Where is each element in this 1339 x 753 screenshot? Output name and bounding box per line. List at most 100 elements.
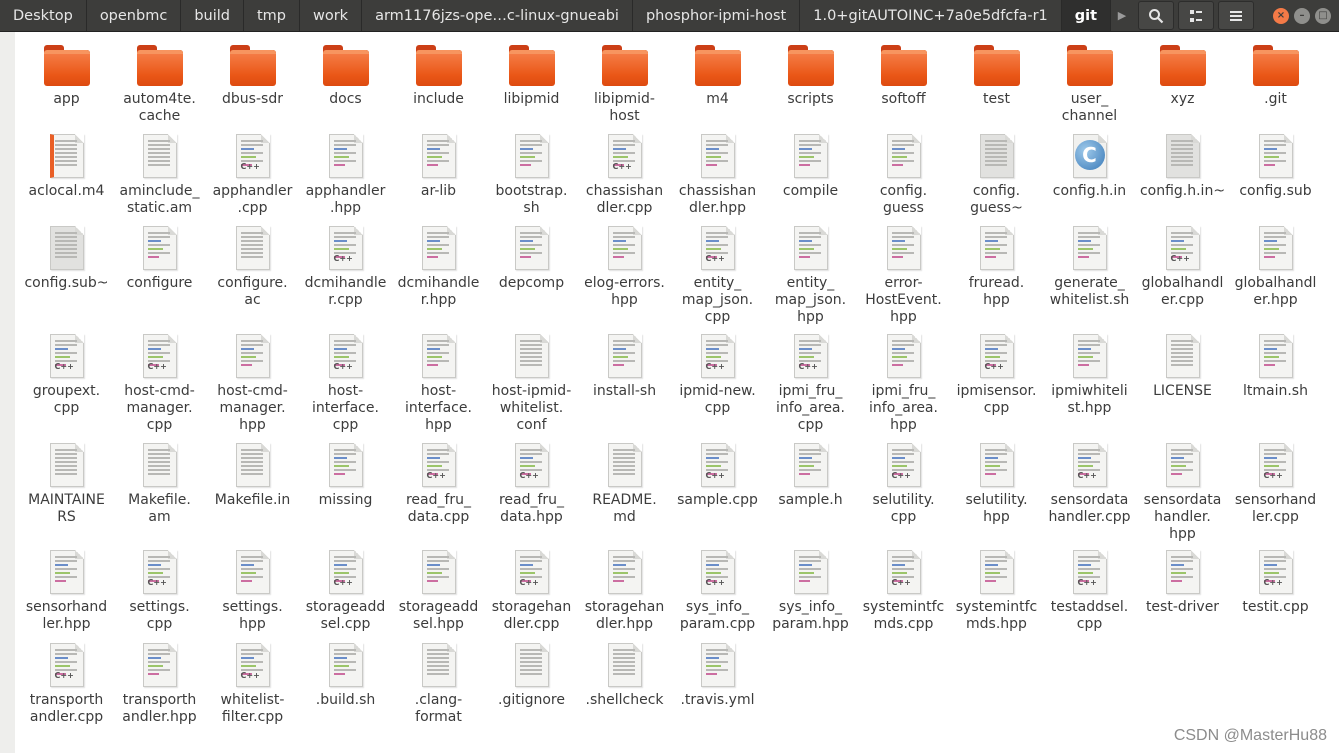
file-item[interactable]: .gitignore <box>485 641 578 733</box>
file-item[interactable]: C++ ipmisensor. cpp <box>950 332 1043 441</box>
file-item[interactable]: Makefile. am <box>113 441 206 548</box>
file-item[interactable]: chassishan dler.hpp <box>671 132 764 224</box>
file-item[interactable]: selutility. hpp <box>950 441 1043 548</box>
file-item[interactable]: generate_ whitelist.sh <box>1043 224 1136 332</box>
file-item[interactable]: compile <box>764 132 857 224</box>
file-item[interactable]: C++ globalhandl er.cpp <box>1136 224 1229 332</box>
file-item[interactable]: transporth andler.hpp <box>113 641 206 733</box>
file-item[interactable]: MAINTAINE RS <box>20 441 113 548</box>
search-button[interactable] <box>1138 1 1174 30</box>
file-item[interactable]: C++ selutility. cpp <box>857 441 950 548</box>
breadcrumb-item[interactable]: arm1176jzs-ope…c-linux-gnueabi <box>362 0 633 31</box>
file-item[interactable]: README. md <box>578 441 671 548</box>
file-item[interactable]: C++ systemintfc mds.cpp <box>857 548 950 641</box>
file-item[interactable]: C++ apphandler .cpp <box>206 132 299 224</box>
file-item[interactable]: host-interface. hpp <box>392 332 485 441</box>
file-item[interactable]: C++ sys_info_ param.cpp <box>671 548 764 641</box>
folder-item[interactable]: .git <box>1229 40 1322 132</box>
file-item[interactable]: aclocal.m4 <box>20 132 113 224</box>
file-item[interactable]: C++ storageadd sel.cpp <box>299 548 392 641</box>
file-item[interactable]: C++ testaddsel. cpp <box>1043 548 1136 641</box>
folder-item[interactable]: docs <box>299 40 392 132</box>
folder-item[interactable]: include <box>392 40 485 132</box>
file-item[interactable]: dcmihandle r.hpp <box>392 224 485 332</box>
file-item[interactable]: storagehan dler.hpp <box>578 548 671 641</box>
file-item[interactable]: C++ host-interface. cpp <box>299 332 392 441</box>
file-item[interactable]: ar-lib <box>392 132 485 224</box>
file-item[interactable]: C++ read_fru_ data.hpp <box>485 441 578 548</box>
file-item[interactable]: sensordata handler. hpp <box>1136 441 1229 548</box>
breadcrumb-item[interactable]: Desktop <box>0 0 87 31</box>
file-item[interactable]: C++ whitelist-filter.cpp <box>206 641 299 733</box>
file-item[interactable]: config.sub <box>1229 132 1322 224</box>
file-item[interactable]: config.sub~ <box>20 224 113 332</box>
file-item[interactable]: C++ read_fru_ data.cpp <box>392 441 485 548</box>
file-item[interactable]: apphandler .hpp <box>299 132 392 224</box>
file-item[interactable]: .clang-format <box>392 641 485 733</box>
file-item[interactable]: C++ host-cmd-manager. cpp <box>113 332 206 441</box>
folder-item[interactable]: libipmid-host <box>578 40 671 132</box>
breadcrumb-item[interactable]: build <box>181 0 244 31</box>
menu-button[interactable] <box>1218 1 1254 30</box>
file-item[interactable]: configure. ac <box>206 224 299 332</box>
file-item[interactable]: .build.sh <box>299 641 392 733</box>
file-item[interactable]: install-sh <box>578 332 671 441</box>
file-item[interactable]: entity_ map_json. hpp <box>764 224 857 332</box>
breadcrumb-item[interactable]: openbmc <box>87 0 182 31</box>
file-item[interactable]: C++ settings. cpp <box>113 548 206 641</box>
file-item[interactable]: Cconfig.h.in <box>1043 132 1136 224</box>
file-item[interactable]: fruread. hpp <box>950 224 1043 332</box>
file-item[interactable]: settings. hpp <box>206 548 299 641</box>
file-item[interactable]: depcomp <box>485 224 578 332</box>
file-item[interactable]: C++ storagehan dler.cpp <box>485 548 578 641</box>
file-item[interactable]: host-ipmid-whitelist. conf <box>485 332 578 441</box>
file-item[interactable]: ipmiwhiteli st.hpp <box>1043 332 1136 441</box>
file-item[interactable]: C++ transporth andler.cpp <box>20 641 113 733</box>
file-item[interactable]: .travis.yml <box>671 641 764 733</box>
file-item[interactable]: C++ sensordata handler.cpp <box>1043 441 1136 548</box>
file-item[interactable]: bootstrap. sh <box>485 132 578 224</box>
breadcrumb-item[interactable]: git <box>1061 0 1112 31</box>
breadcrumb-item[interactable]: 1.0+gitAUTOINC+7a0e5dfcfa-r1 <box>800 0 1062 31</box>
file-item[interactable]: C++ sample.cpp <box>671 441 764 548</box>
file-item[interactable]: globalhandl er.hpp <box>1229 224 1322 332</box>
file-item[interactable]: Makefile.in <box>206 441 299 548</box>
folder-item[interactable]: test <box>950 40 1043 132</box>
file-item[interactable]: elog-errors. hpp <box>578 224 671 332</box>
minimize-window-button[interactable]: – <box>1294 7 1310 24</box>
folder-item[interactable]: dbus-sdr <box>206 40 299 132</box>
breadcrumb-next-icon[interactable]: ▶ <box>1111 0 1133 31</box>
file-item[interactable]: aminclude_ static.am <box>113 132 206 224</box>
file-item[interactable]: C++ ipmi_fru_ info_area. cpp <box>764 332 857 441</box>
file-item[interactable]: sys_info_ param.hpp <box>764 548 857 641</box>
view-options-button[interactable] <box>1178 1 1214 30</box>
folder-item[interactable]: xyz <box>1136 40 1229 132</box>
file-item[interactable]: missing <box>299 441 392 548</box>
close-window-button[interactable]: × <box>1273 7 1289 24</box>
file-item[interactable]: sample.h <box>764 441 857 548</box>
file-item[interactable]: C++ entity_ map_json. cpp <box>671 224 764 332</box>
file-item[interactable]: host-cmd-manager. hpp <box>206 332 299 441</box>
file-item[interactable]: LICENSE <box>1136 332 1229 441</box>
file-item[interactable]: config. guess <box>857 132 950 224</box>
file-item[interactable]: C++ groupext. cpp <box>20 332 113 441</box>
file-item[interactable]: C++ sensorhand ler.cpp <box>1229 441 1322 548</box>
breadcrumb-item[interactable]: work <box>300 0 363 31</box>
folder-item[interactable]: libipmid <box>485 40 578 132</box>
file-item[interactable]: C++ chassishan dler.cpp <box>578 132 671 224</box>
breadcrumb-item[interactable]: tmp <box>244 0 300 31</box>
file-item[interactable]: config.h.in~ <box>1136 132 1229 224</box>
folder-item[interactable]: autom4te. cache <box>113 40 206 132</box>
file-item[interactable]: test-driver <box>1136 548 1229 641</box>
file-item[interactable]: sensorhand ler.hpp <box>20 548 113 641</box>
maximize-window-button[interactable]: □ <box>1315 7 1331 24</box>
file-item[interactable]: C++ testit.cpp <box>1229 548 1322 641</box>
folder-item[interactable]: scripts <box>764 40 857 132</box>
folder-item[interactable]: app <box>20 40 113 132</box>
file-item[interactable]: .shellcheck <box>578 641 671 733</box>
file-item[interactable]: configure <box>113 224 206 332</box>
file-item[interactable]: ipmi_fru_ info_area. hpp <box>857 332 950 441</box>
folder-item[interactable]: softoff <box>857 40 950 132</box>
file-item[interactable]: error- HostEvent. hpp <box>857 224 950 332</box>
file-item[interactable]: C++ ipmid-new. cpp <box>671 332 764 441</box>
